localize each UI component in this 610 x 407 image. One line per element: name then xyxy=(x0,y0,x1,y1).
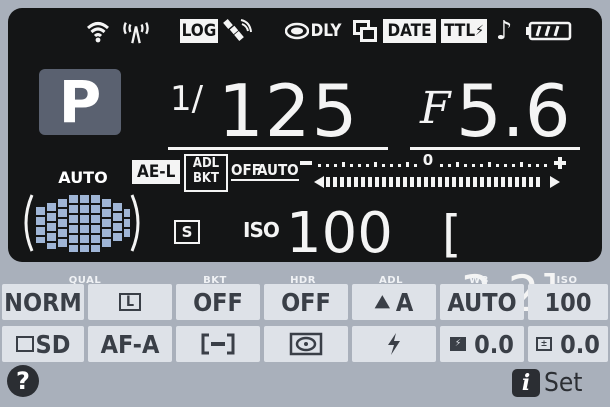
shutter-value: 125 xyxy=(218,69,359,153)
exposure-meter: 0 xyxy=(298,151,576,192)
flash-compensation-icon: ⚡ xyxy=(450,337,467,351)
exposure-compensation-icon: ± xyxy=(536,337,553,351)
log-label: LOG xyxy=(181,21,217,41)
bracketing-setting[interactable]: OFF xyxy=(176,284,260,320)
bracketing-value: OFF xyxy=(193,287,243,317)
focus-mode-value: AF-A xyxy=(100,329,160,359)
iso-value: 100 xyxy=(286,201,393,266)
wifi-icon xyxy=(86,19,110,43)
dly-label: DLY xyxy=(310,21,342,41)
hdr-setting[interactable]: OFF xyxy=(264,284,348,320)
adl-scene-icon: ⛰ xyxy=(374,291,390,313)
image-size-setting[interactable]: L xyxy=(88,284,172,320)
white-balance-value: AUTO xyxy=(447,287,517,317)
shutter-prefix: 1/ xyxy=(170,79,204,119)
antenna-icon xyxy=(123,19,149,44)
iso-sensitivity-value: 100 xyxy=(544,287,592,317)
help-button[interactable]: ? xyxy=(7,365,39,397)
lcd-panel: LOG DLY DATE TTL ⚡ ♪ P 1/ 125 F 5.6 AE-L… xyxy=(8,8,602,323)
shots-bracket-open: [ xyxy=(442,205,462,263)
picture-control-icon xyxy=(15,336,34,352)
picture-control-setting[interactable]: SD xyxy=(2,326,84,362)
ttl-flash-icon: TTL ⚡ xyxy=(441,19,487,43)
i-button-icon: i xyxy=(512,369,540,397)
focus-mode-setting[interactable]: AF-A xyxy=(88,326,172,362)
svg-text:0: 0 xyxy=(423,152,433,169)
self-timer-icon: DLY xyxy=(280,19,346,43)
af-area-mode-setting[interactable] xyxy=(176,326,260,362)
release-mode-indicator: S xyxy=(174,220,200,244)
music-note-icon: ♪ xyxy=(495,16,513,46)
battery-icon xyxy=(526,19,572,43)
picture-control-value: SD xyxy=(35,329,71,359)
date-label: DATE xyxy=(387,21,432,41)
date-icon: DATE xyxy=(383,19,436,43)
active-d-lighting-setting[interactable]: ⛰ A xyxy=(352,284,436,320)
exposure-compensation-value: 0.0 xyxy=(560,329,600,359)
ae-lock-indicator: AE-L xyxy=(132,160,181,184)
adl-auto-label: AUTO xyxy=(257,161,299,181)
ttl-label: TTL xyxy=(444,21,476,41)
aperture-value: 5.6 xyxy=(456,69,571,153)
image-size-value: L xyxy=(119,293,141,311)
white-balance-setting[interactable]: AUTO xyxy=(440,284,524,320)
status-bar: LOG DLY DATE TTL ⚡ ♪ xyxy=(8,8,602,54)
camera-info-display: LOG DLY DATE TTL ⚡ ♪ P 1/ 125 F 5.6 AE-L… xyxy=(0,0,610,407)
af-area-auto-label: AUTO xyxy=(58,168,108,187)
multi-exposure-icon xyxy=(352,19,378,43)
aperture-underline xyxy=(410,147,580,150)
af-area-icon xyxy=(201,333,235,355)
matrix-metering-icon xyxy=(289,332,323,356)
flash-mode-setting[interactable] xyxy=(352,326,436,362)
flash-compensation-value: 0.0 xyxy=(474,329,514,359)
flash-icon xyxy=(388,333,400,355)
iso-label: ISO xyxy=(243,218,280,242)
exposure-compensation-setting[interactable]: ±0.0 xyxy=(528,326,608,362)
hdr-value: OFF xyxy=(281,287,331,317)
adl-value: A xyxy=(395,287,414,317)
shooting-mode-indicator: P xyxy=(39,69,121,135)
aperture-prefix: F xyxy=(420,83,451,134)
i-set-button[interactable]: i Set xyxy=(512,368,582,398)
af-points-grid-icon xyxy=(18,191,146,255)
set-label: Set xyxy=(544,368,583,398)
adl-bracketing-indicator: ADL BKT xyxy=(184,154,228,192)
flash-compensation-setting[interactable]: ⚡ 0.0 xyxy=(440,326,524,362)
shutter-underline xyxy=(168,147,388,150)
satellite-icon xyxy=(222,19,252,43)
bkt-label: BKT xyxy=(193,171,219,186)
log-icon: LOG xyxy=(180,19,218,43)
iso-sensitivity-setting[interactable]: 100 xyxy=(528,284,608,320)
image-quality-setting[interactable]: NORM xyxy=(2,284,84,320)
adl-label: ADL xyxy=(192,156,220,171)
image-quality-value: NORM xyxy=(4,287,82,317)
metering-setting[interactable] xyxy=(264,326,348,362)
